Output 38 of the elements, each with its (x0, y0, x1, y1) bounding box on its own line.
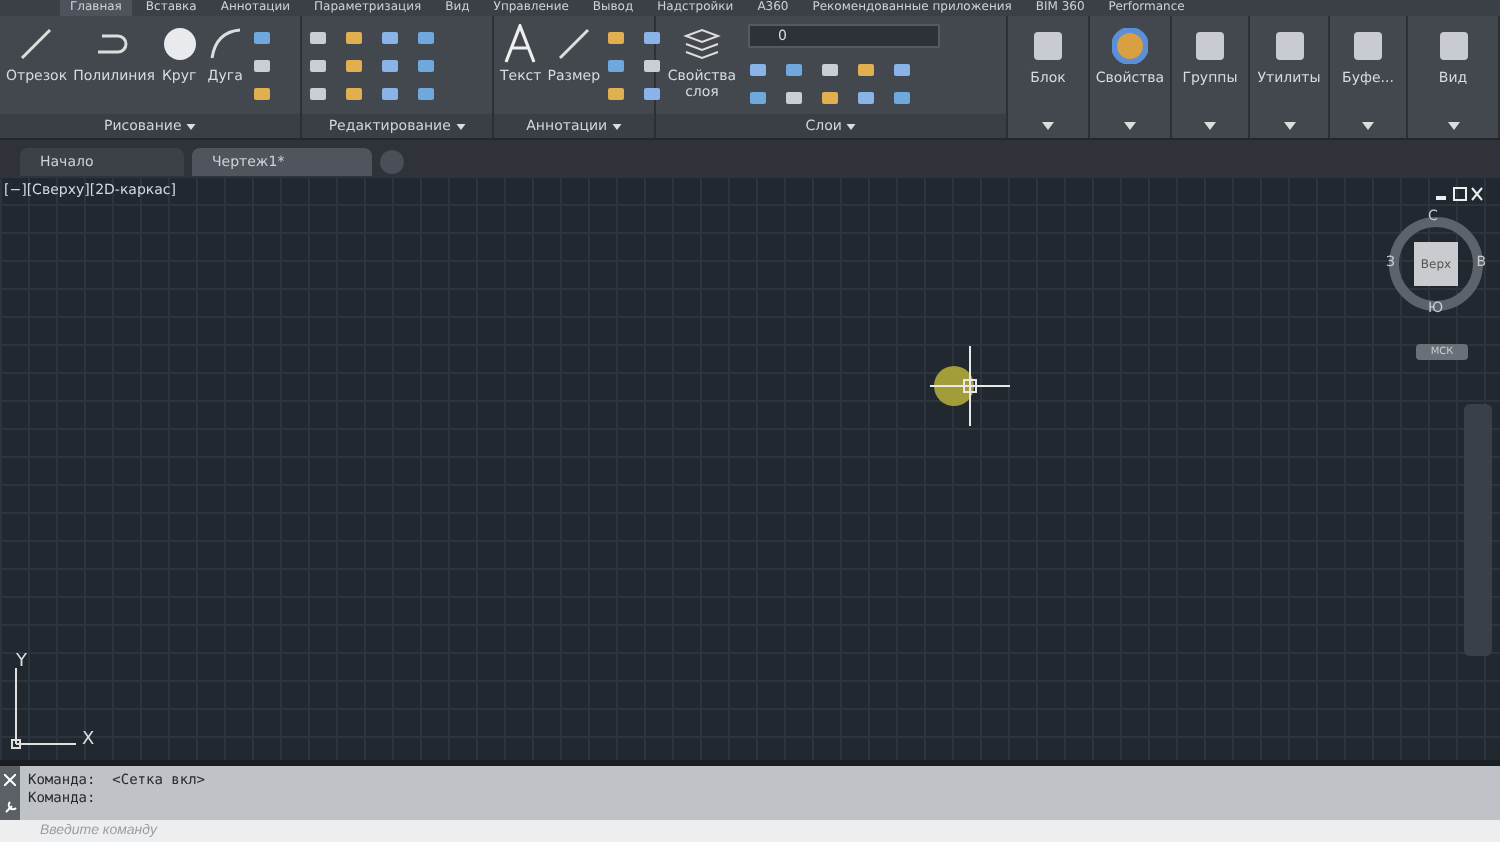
tool-icon[interactable] (642, 28, 663, 48)
dropdown-arrow-icon[interactable] (1204, 122, 1216, 130)
layers-icon (682, 24, 722, 64)
axis-label: Y (16, 652, 27, 672)
tool-icon[interactable] (606, 28, 627, 48)
dropdown-arrow-icon[interactable] (1362, 122, 1374, 130)
wrench-icon[interactable] (3, 799, 17, 813)
dropdown-arrow-icon[interactable] (611, 124, 622, 130)
crosshair-cursor-icon (926, 342, 1014, 430)
tool-icon[interactable] (606, 56, 627, 76)
dropdown-arrow-icon[interactable] (846, 124, 857, 130)
tool-icon (553, 24, 594, 64)
compass-ring-icon (1384, 212, 1488, 316)
tool-icon[interactable] (606, 84, 627, 104)
panel-icon (1112, 28, 1148, 64)
tool-icon[interactable] (642, 56, 663, 76)
tool-icon (16, 24, 57, 64)
tool-icon (205, 24, 246, 64)
tool-icon[interactable] (251, 84, 272, 104)
tool-icon[interactable] (251, 28, 272, 48)
tool-icon (159, 24, 200, 64)
dropdown-arrow-icon[interactable] (1283, 122, 1295, 130)
panel-icon (1030, 28, 1066, 64)
tool-icon[interactable] (251, 56, 272, 76)
tool-icon[interactable] (642, 84, 663, 104)
dropdown-arrow-icon[interactable] (1124, 122, 1136, 130)
axis-label: X (82, 730, 95, 750)
dropdown-arrow-icon[interactable] (1042, 122, 1054, 130)
dropdown-arrow-icon[interactable] (455, 124, 466, 130)
dropdown-arrow-icon[interactable] (1447, 122, 1459, 130)
dropdown-arrow-icon[interactable] (185, 124, 196, 130)
panel-icon (1271, 28, 1307, 64)
text-icon (500, 24, 541, 64)
window-controls-icon[interactable] (1436, 186, 1484, 202)
panel-icon (1435, 28, 1471, 64)
panel-icon (1350, 28, 1386, 64)
panel-icon (1192, 28, 1228, 64)
close-icon[interactable] (4, 773, 16, 785)
